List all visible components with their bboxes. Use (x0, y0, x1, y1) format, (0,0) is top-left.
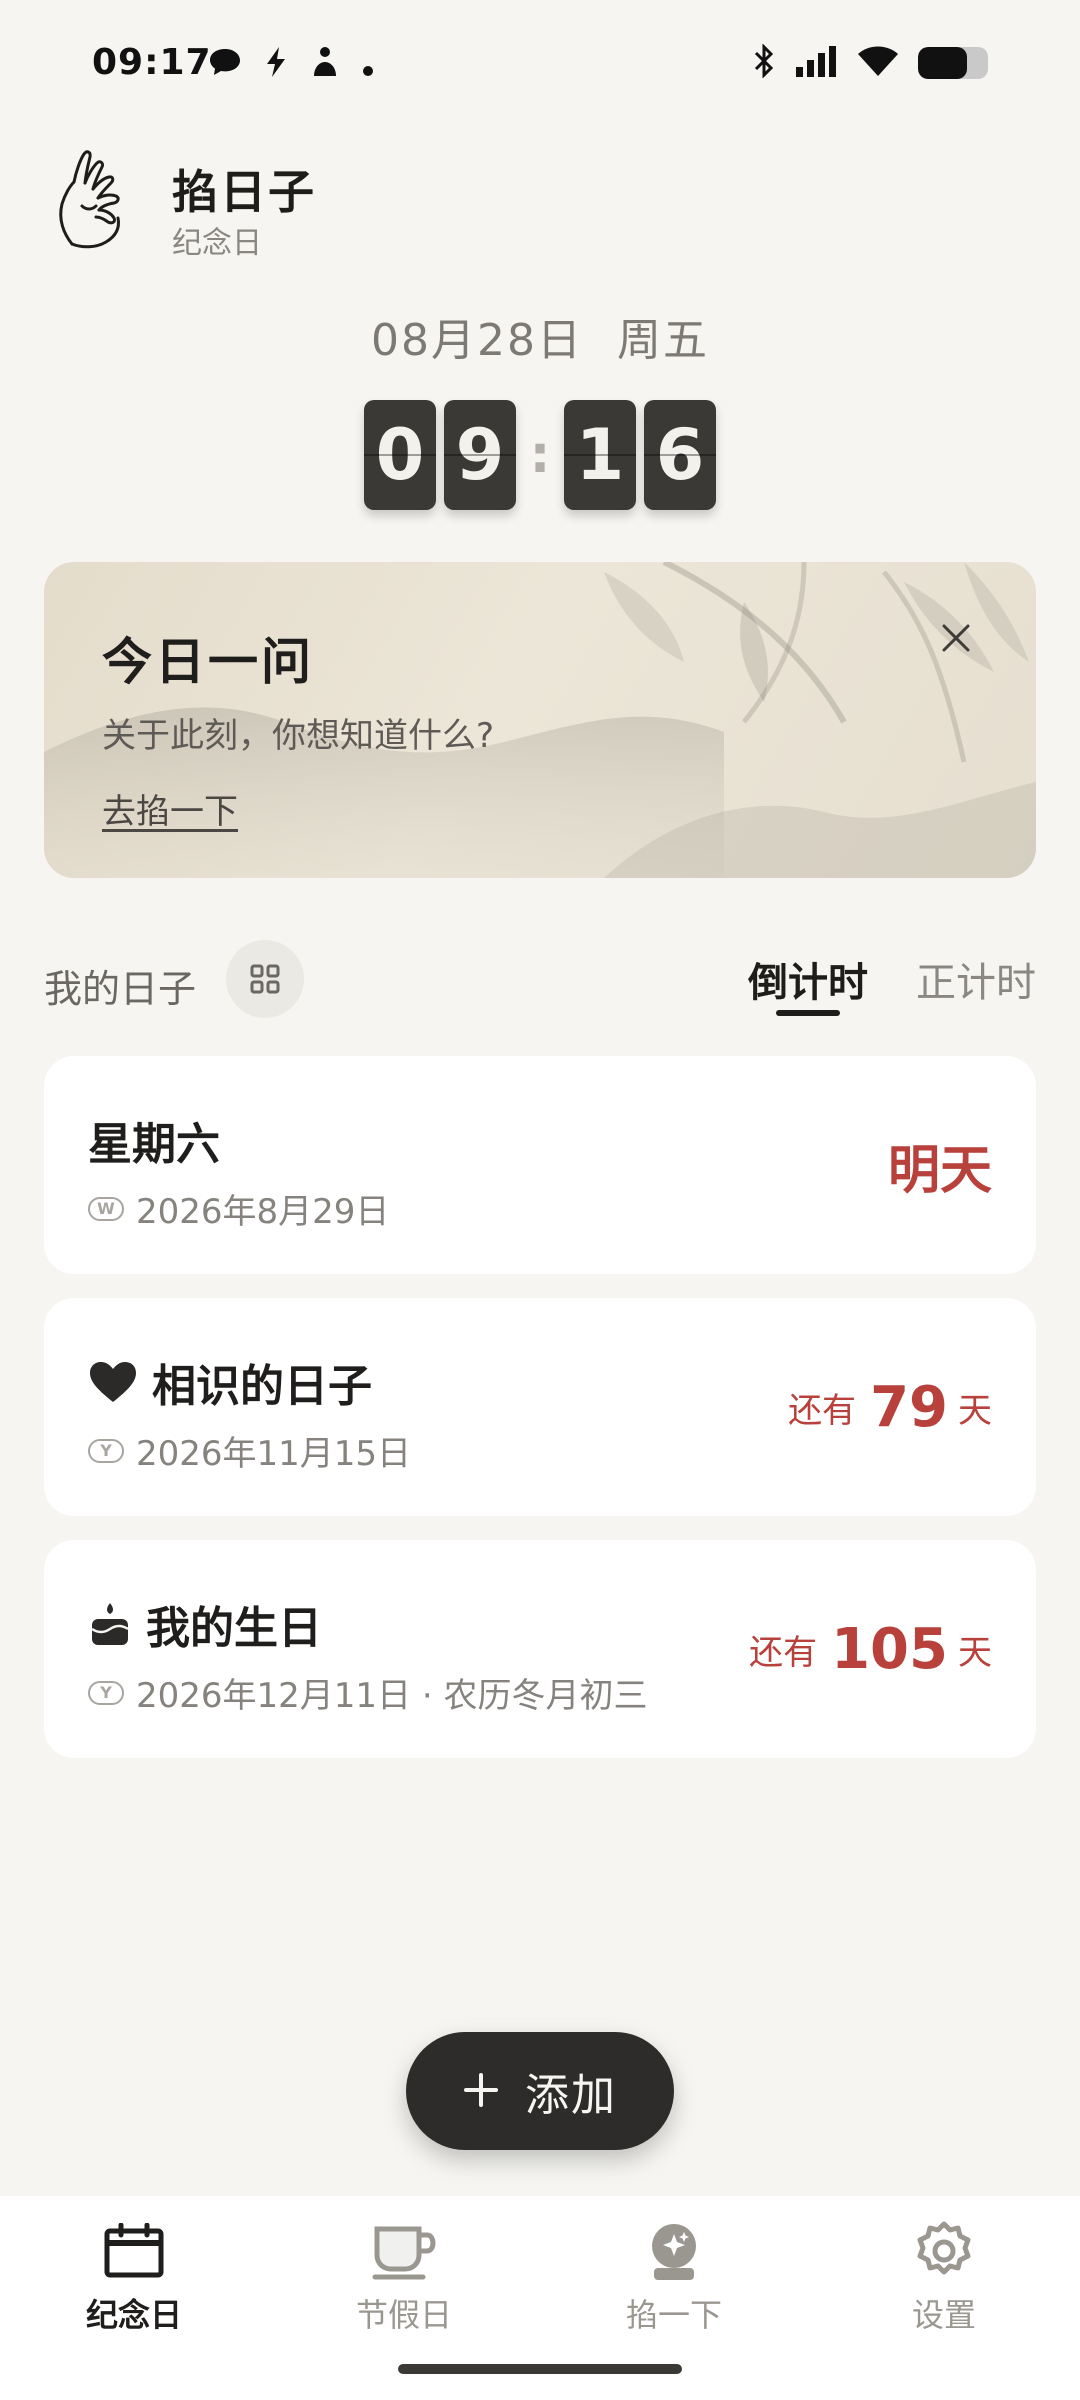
question-text: 关于此刻，你想知道什么? (102, 716, 495, 756)
nav-label: 掐一下 (625, 2296, 722, 2334)
go-pinch-link[interactable]: 去掐一下 (102, 784, 238, 833)
day-title-text: 相识的日子 (152, 1361, 372, 1412)
minute-tens-digit: 1 (564, 400, 636, 510)
yearly-repeat-icon: Y (88, 1680, 124, 1705)
system-icons (752, 43, 988, 82)
app-subtitle: 纪念日 (172, 226, 262, 261)
dot-icon (362, 48, 374, 88)
tab-countdown[interactable]: 倒计时 (748, 950, 868, 1008)
app-title: 掐日子 (172, 165, 316, 219)
wifi-icon (856, 44, 900, 82)
countdown-number: 79 (870, 1374, 948, 1440)
signal-icon (794, 45, 838, 81)
day-title: 星期六 (88, 1108, 220, 1172)
day-title-text: 星期六 (88, 1119, 220, 1170)
flip-clock: 0 9 : 1 6 (0, 400, 1080, 510)
minute-ones-digit: 6 (644, 400, 716, 510)
day-title: 我的生日 (88, 1592, 322, 1656)
status-time: 09:17 (92, 42, 212, 83)
day-title-text: 我的生日 (146, 1603, 322, 1654)
day-card[interactable]: 相识的日子 Y 2026年11月15日 还有 79 天 (44, 1298, 1036, 1516)
day-title: 相识的日子 (88, 1350, 372, 1414)
current-date: 08月28日 周五 (0, 304, 1080, 368)
bolt-icon (264, 46, 288, 89)
active-tab-indicator (776, 1010, 840, 1016)
question-title: 今日一问 (102, 633, 314, 691)
app-icon (310, 46, 340, 89)
bluetooth-icon (752, 43, 776, 82)
day-date: W 2026年8月29日 (88, 1184, 389, 1233)
add-button[interactable]: 添加 (406, 2032, 674, 2150)
day-date-text: 2026年8月29日 (136, 1192, 390, 1232)
add-button-label: 添加 (525, 2070, 617, 2121)
day-card[interactable]: 我的生日 Y 2026年12月11日 · 农历冬月初三 还有 105 天 (44, 1540, 1036, 1758)
home-indicator[interactable] (398, 2364, 682, 2374)
countdown-number: 105 (831, 1616, 948, 1682)
plus-icon (463, 2065, 499, 2117)
nav-item-pinch[interactable]: 掐一下 (574, 2216, 774, 2336)
countdown-unit: 天 (958, 1632, 992, 1673)
day-card[interactable]: 星期六 W 2026年8月29日 明天 (44, 1056, 1036, 1274)
cake-icon (88, 1601, 132, 1647)
settings-icon (844, 2216, 1044, 2286)
day-countdown: 还有 79 天 (788, 1298, 992, 1516)
day-status: 明天 (887, 1140, 992, 1201)
nav-label: 纪念日 (85, 2296, 182, 2334)
nav-item-anniversary[interactable]: 纪念日 (34, 2216, 234, 2336)
day-date-text: 2026年12月11日 · 农历冬月初三 (136, 1676, 648, 1716)
crystal-ball-icon (574, 2216, 774, 2286)
date-text: 08月28日 (371, 315, 583, 366)
message-icon (208, 47, 242, 88)
nav-label: 节假日 (355, 2296, 452, 2334)
day-date-text: 2026年11月15日 (136, 1434, 412, 1474)
weekly-repeat-icon: W (88, 1196, 124, 1221)
yearly-repeat-icon: Y (88, 1438, 124, 1463)
countdown-unit: 天 (958, 1390, 992, 1431)
countdown-prefix: 还有 (749, 1632, 818, 1673)
hour-tens-digit: 0 (364, 400, 436, 510)
calendar-icon (34, 2216, 234, 2286)
weekday-text: 周五 (616, 315, 709, 366)
cup-icon (304, 2216, 504, 2286)
my-days-label: 我的日子 (44, 967, 197, 1011)
status-bar: 09:17 (0, 0, 1080, 130)
close-icon[interactable] (934, 618, 978, 662)
battery-icon (918, 47, 988, 79)
day-countdown: 还有 105 天 (749, 1540, 992, 1758)
hour-ones-digit: 9 (444, 400, 516, 510)
day-date: Y 2026年12月11日 · 农历冬月初三 (88, 1668, 647, 1717)
notification-icons (208, 46, 374, 89)
hand-mudra-icon (52, 148, 136, 252)
tab-countup[interactable]: 正计时 (916, 950, 1036, 1008)
heart-icon (88, 1360, 138, 1404)
day-countdown: 明天 (888, 1056, 992, 1274)
nav-item-settings[interactable]: 设置 (844, 2216, 1044, 2336)
day-date: Y 2026年11月15日 (88, 1426, 411, 1475)
clock-separator: : (529, 425, 551, 485)
battery-level (918, 47, 967, 79)
daily-question-card[interactable]: 今日一问 关于此刻，你想知道什么? 去掐一下 (44, 562, 1036, 878)
nav-item-holidays[interactable]: 节假日 (304, 2216, 504, 2336)
nav-label: 设置 (911, 2296, 976, 2334)
grid-icon[interactable] (226, 940, 304, 1018)
countdown-prefix: 还有 (788, 1390, 857, 1431)
